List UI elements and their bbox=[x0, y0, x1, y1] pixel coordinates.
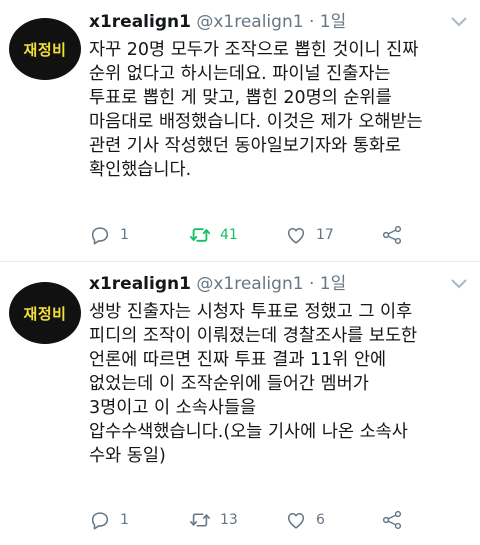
display-name[interactable]: x1realign1 bbox=[89, 274, 191, 294]
retweet-button[interactable]: 13 bbox=[189, 508, 238, 532]
heart-icon bbox=[287, 227, 305, 244]
tweet[interactable]: 재정비 x1realign1 @x1realign1 · 1일 자꾸 20명 모… bbox=[0, 0, 480, 262]
display-name[interactable]: x1realign1 bbox=[89, 12, 191, 32]
like-button[interactable]: 6 bbox=[285, 508, 325, 532]
tweet[interactable]: 재정비 x1realign1 @x1realign1 · 1일 생방 진출자는 … bbox=[0, 262, 480, 545]
retweet-count: 41 bbox=[220, 227, 238, 243]
retweet-icon bbox=[190, 513, 210, 527]
reply-count: 1 bbox=[120, 512, 129, 528]
retweet-count: 13 bbox=[220, 512, 238, 528]
timestamp[interactable]: 1일 bbox=[320, 274, 346, 294]
tweet-actions: 1 41 17 bbox=[89, 223, 469, 247]
retweet-icon bbox=[189, 228, 211, 242]
avatar[interactable]: 재정비 bbox=[9, 18, 81, 80]
avatar-label: 재정비 bbox=[23, 40, 67, 59]
reply-button[interactable]: 1 bbox=[89, 508, 129, 532]
tweet-header: x1realign1 @x1realign1 · 1일 bbox=[89, 272, 346, 296]
tweet-header: x1realign1 @x1realign1 · 1일 bbox=[89, 10, 346, 34]
separator-dot: · bbox=[308, 274, 315, 294]
share-icon bbox=[382, 510, 402, 530]
chevron-down-icon[interactable] bbox=[450, 278, 468, 290]
reply-icon bbox=[91, 512, 109, 530]
retweet-button[interactable]: 41 bbox=[189, 223, 238, 247]
reply-icon bbox=[91, 227, 109, 245]
avatar[interactable]: 재정비 bbox=[9, 282, 81, 344]
user-handle[interactable]: @x1realign1 bbox=[196, 12, 303, 32]
tweet-actions: 1 13 6 bbox=[89, 508, 469, 532]
separator-dot: · bbox=[308, 12, 315, 32]
avatar-label: 재정비 bbox=[23, 304, 67, 323]
share-icon bbox=[382, 225, 402, 245]
reply-count: 1 bbox=[120, 227, 129, 243]
heart-icon bbox=[287, 512, 305, 529]
like-count: 6 bbox=[316, 512, 325, 528]
tweet-text: 생방 진출자는 시청자 투표로 정했고 그 이후 피디의 조작이 이뤄졌는데 경… bbox=[89, 302, 418, 466]
reply-button[interactable]: 1 bbox=[89, 223, 129, 247]
user-handle[interactable]: @x1realign1 bbox=[196, 274, 303, 294]
share-button[interactable] bbox=[381, 508, 403, 532]
tweet-text: 자꾸 20명 모두가 조작으로 뽑힌 것이니 진짜 순위 없다고 하시는데요. … bbox=[89, 40, 423, 180]
chevron-down-icon[interactable] bbox=[450, 16, 468, 28]
like-button[interactable]: 17 bbox=[285, 223, 334, 247]
timestamp[interactable]: 1일 bbox=[320, 12, 346, 32]
like-count: 17 bbox=[316, 227, 334, 243]
share-button[interactable] bbox=[381, 223, 403, 247]
